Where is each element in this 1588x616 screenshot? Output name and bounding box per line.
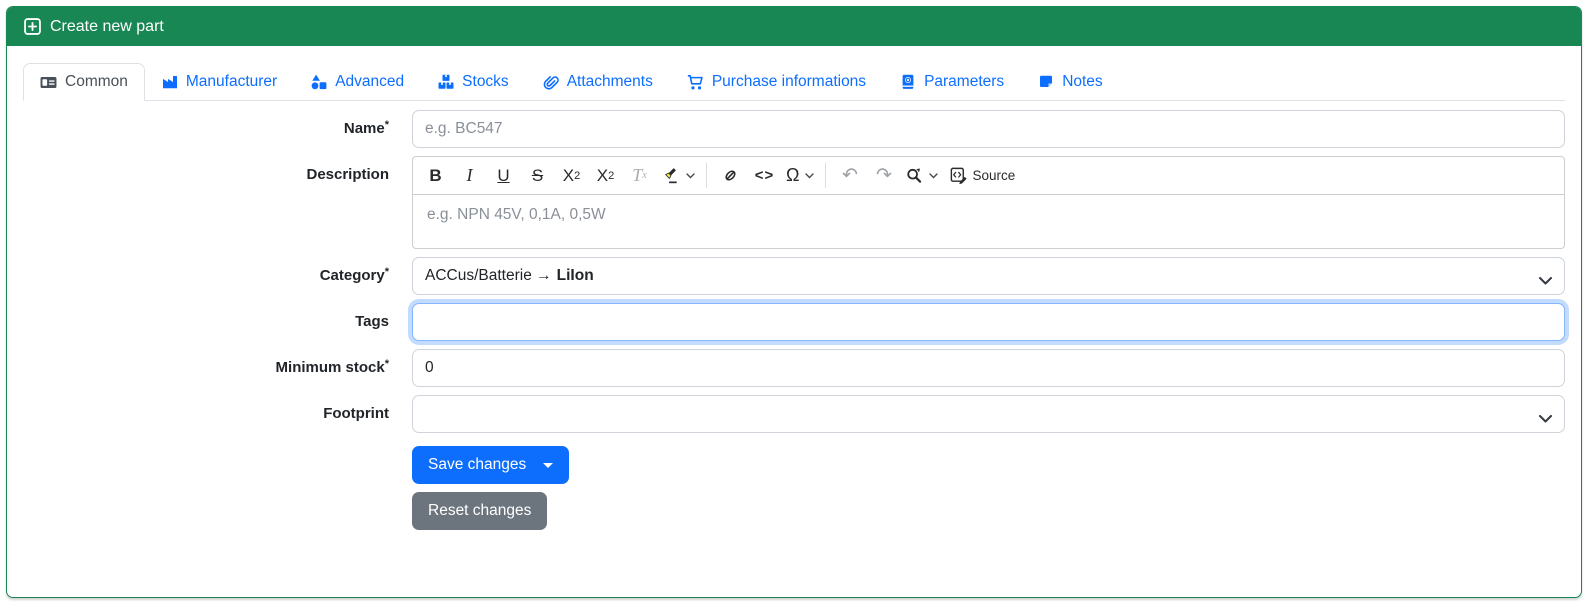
- part-form: Name* Description B I U: [23, 110, 1565, 596]
- card-header: Create new part: [7, 7, 1581, 46]
- description-editor-area[interactable]: e.g. NPN 45V, 0,1A, 0,5W: [413, 195, 1564, 248]
- page-title: Create new part: [50, 17, 164, 35]
- reset-changes-button[interactable]: Reset changes: [412, 492, 548, 530]
- code-button[interactable]: <>: [748, 161, 781, 191]
- strikethrough-button[interactable]: S: [521, 161, 554, 191]
- minimum-stock-row: Minimum stock*: [23, 349, 1565, 387]
- id-card-icon: [40, 74, 57, 91]
- footprint-label: Footprint: [323, 405, 389, 422]
- tab-purchase-informations[interactable]: Purchase informations: [670, 63, 883, 101]
- tab-label: Parameters: [924, 73, 1005, 90]
- boxes-stacked-icon: [438, 74, 454, 90]
- tab-stocks[interactable]: Stocks: [421, 63, 526, 101]
- tab-label: Advanced: [335, 73, 405, 90]
- tags-label: Tags: [355, 313, 389, 330]
- category-selected: LiIon: [556, 267, 594, 284]
- tab-attachments[interactable]: Attachments: [526, 63, 670, 101]
- category-label: Category*: [319, 266, 389, 284]
- special-characters-button[interactable]: Ω: [782, 161, 818, 191]
- toolbar-separator: [825, 163, 827, 188]
- caret-down-icon: [543, 462, 554, 468]
- tab-label: Common: [65, 73, 128, 90]
- actions-row: Save changes Reset changes: [23, 446, 1565, 596]
- footprint-row: Footprint: [23, 395, 1565, 433]
- chevron-down-icon: [686, 172, 695, 179]
- tab-label: Stocks: [462, 73, 509, 90]
- tab-parameters[interactable]: Parameters: [883, 63, 1021, 101]
- category-path: ACCus/Batterie →: [425, 267, 552, 284]
- underline-button[interactable]: U: [487, 161, 520, 191]
- description-placeholder: e.g. NPN 45V, 0,1A, 0,5W: [427, 206, 606, 223]
- book-icon: [900, 74, 916, 90]
- link-icon: [722, 167, 739, 184]
- find-replace-button[interactable]: [901, 161, 942, 191]
- tags-input[interactable]: [412, 303, 1565, 341]
- editor-toolbar: B I U S X2 X2 Tx <> Ω ↶ ↷ Source: [413, 157, 1564, 195]
- footprint-select[interactable]: [412, 395, 1565, 433]
- link-button[interactable]: [714, 161, 747, 191]
- name-label: Name*: [343, 119, 389, 137]
- create-part-card: Create new part Common Manufacturer Adva…: [6, 6, 1582, 598]
- tab-common[interactable]: Common: [23, 63, 145, 101]
- source-button[interactable]: Source: [943, 161, 1021, 191]
- sticky-note-icon: [1038, 74, 1054, 90]
- required-marker: *: [384, 266, 389, 278]
- bold-button[interactable]: B: [419, 161, 452, 191]
- square-plus-icon: [24, 18, 41, 35]
- subscript-button[interactable]: X2: [555, 161, 588, 191]
- chevron-down-icon: [805, 172, 815, 179]
- tab-advanced[interactable]: Advanced: [294, 63, 421, 101]
- shapes-icon: [311, 74, 327, 90]
- category-select[interactable]: ACCus/Batterie → LiIon: [412, 257, 1565, 295]
- highlight-button[interactable]: [657, 161, 699, 191]
- undo-button[interactable]: ↶: [833, 161, 866, 191]
- minimum-stock-input[interactable]: [412, 349, 1565, 387]
- cart-icon: [687, 74, 704, 91]
- category-row: Category* ACCus/Batterie → LiIon: [23, 257, 1565, 295]
- toolbar-separator: [706, 163, 707, 188]
- source-icon: [949, 166, 968, 185]
- required-marker: *: [384, 119, 389, 131]
- name-row: Name*: [23, 110, 1565, 148]
- superscript-button[interactable]: X2: [589, 161, 622, 191]
- tab-manufacturer[interactable]: Manufacturer: [145, 63, 294, 101]
- industry-icon: [162, 74, 178, 90]
- remove-format-button[interactable]: Tx: [623, 161, 656, 191]
- description-label: Description: [306, 166, 389, 183]
- tab-label: Manufacturer: [185, 73, 278, 90]
- tab-label: Purchase informations: [711, 73, 867, 90]
- tab-notes[interactable]: Notes: [1021, 63, 1120, 101]
- highlighter-icon: [661, 166, 680, 185]
- save-changes-button[interactable]: Save changes: [412, 446, 570, 484]
- minimum-stock-label: Minimum stock*: [275, 358, 389, 376]
- paperclip-icon: [543, 74, 559, 90]
- name-input[interactable]: [412, 110, 1565, 148]
- redo-button[interactable]: ↷: [867, 161, 900, 191]
- rich-text-editor: B I U S X2 X2 Tx <> Ω ↶ ↷ Source e.g. NP…: [412, 156, 1565, 249]
- description-row: Description B I U S X2 X2 Tx <> Ω ↶ ↷ So…: [23, 156, 1565, 249]
- tags-row: Tags: [23, 303, 1565, 341]
- tab-bar: Common Manufacturer Advanced Stocks Atta…: [23, 63, 1565, 101]
- find-replace-icon: [905, 167, 923, 185]
- tab-label: Attachments: [566, 73, 653, 90]
- chevron-down-icon: [929, 172, 939, 179]
- italic-button[interactable]: I: [453, 161, 486, 191]
- required-marker: *: [384, 358, 389, 370]
- tab-label: Notes: [1062, 73, 1103, 90]
